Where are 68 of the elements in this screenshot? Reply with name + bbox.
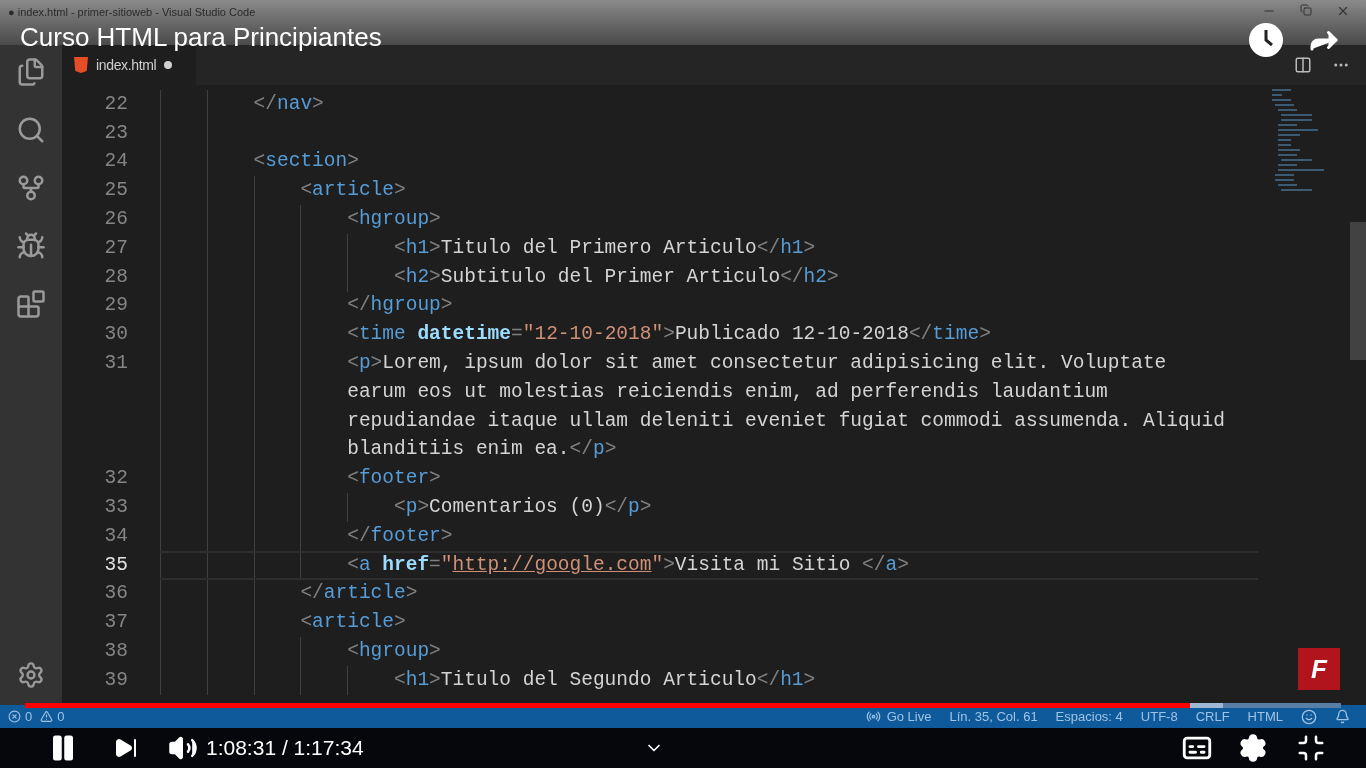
status-item[interactable]: Espacios: 4 bbox=[1055, 706, 1123, 727]
time-display: 1:08:31 / 1:17:34 bbox=[206, 735, 364, 762]
html-file-icon bbox=[74, 57, 88, 73]
code-line: <time datetime="12-10-2018">Publicado 12-10-2018</time> bbox=[347, 322, 991, 348]
line-number: 26 bbox=[104, 207, 128, 230]
split-editor-icon[interactable] bbox=[1294, 56, 1312, 74]
clock-icon[interactable] bbox=[1248, 22, 1284, 58]
line-number: 29 bbox=[104, 294, 128, 317]
code-line: <h1>Titulo del Primero Articulo</h1> bbox=[394, 235, 816, 261]
code-line: blanditiis enim ea.</p> bbox=[347, 437, 617, 463]
files-icon[interactable] bbox=[16, 57, 46, 87]
line-number: 39 bbox=[104, 668, 128, 691]
code-line: <a href="http://google.com">Visita mi Sitio </a> bbox=[347, 552, 909, 578]
code-line: </nav> bbox=[253, 91, 324, 117]
status-item[interactable]: Go Live bbox=[886, 706, 932, 727]
status-item[interactable]: CRLF bbox=[1195, 706, 1230, 727]
bug-icon[interactable] bbox=[16, 231, 46, 261]
restore-icon[interactable] bbox=[1300, 4, 1312, 16]
line-number: 32 bbox=[104, 467, 128, 490]
code-line: <h2>Subtitulo del Primer Articulo</h2> bbox=[394, 264, 839, 290]
line-number: 37 bbox=[104, 611, 128, 634]
code-line: <hgroup> bbox=[347, 638, 441, 664]
line-number: 33 bbox=[104, 495, 128, 518]
warning-icon bbox=[40, 710, 54, 723]
code-line: <hgroup> bbox=[347, 206, 441, 232]
line-number: 22 bbox=[104, 92, 128, 115]
window-title: ● index.html - primer-sitioweb - Visual Studio Code bbox=[8, 5, 256, 20]
code-line: <article> bbox=[300, 610, 406, 636]
next-icon[interactable] bbox=[114, 736, 138, 760]
code-line: </hgroup> bbox=[347, 293, 453, 319]
code-line: </footer> bbox=[347, 523, 453, 549]
status-item[interactable]: HTML bbox=[1247, 706, 1283, 727]
line-number: 25 bbox=[104, 179, 128, 202]
broadcast-icon bbox=[865, 709, 881, 724]
code-line: <section> bbox=[253, 149, 359, 175]
line-number: 34 bbox=[104, 524, 128, 547]
code-line: <h1>Titulo del Segundo Articulo</h1> bbox=[394, 667, 816, 693]
status-item[interactable]: UTF-8 bbox=[1140, 706, 1178, 727]
fork-icon[interactable] bbox=[16, 173, 46, 203]
line-number: 38 bbox=[104, 639, 128, 662]
settings-icon[interactable] bbox=[1238, 733, 1268, 763]
line-number: 28 bbox=[104, 265, 128, 288]
line-number: 36 bbox=[104, 582, 128, 605]
channel-logo[interactable]: F bbox=[1298, 648, 1340, 690]
line-number: 24 bbox=[104, 150, 128, 173]
line-number: 23 bbox=[104, 121, 128, 144]
warning-count[interactable]: 0 bbox=[57, 706, 65, 727]
code-line: <footer> bbox=[347, 466, 441, 492]
blocks-icon[interactable] bbox=[16, 289, 46, 319]
code-line: </article> bbox=[300, 581, 418, 607]
line-number: 30 bbox=[104, 323, 128, 346]
code-line: earum eos ut molestias reiciendis enim, ad perferendis laudantium bbox=[347, 379, 1108, 405]
close-icon[interactable] bbox=[1336, 4, 1350, 18]
exit-fullscreen-icon[interactable] bbox=[1296, 733, 1326, 763]
code-line: <article> bbox=[300, 178, 406, 204]
code-line: <p>Lorem, ipsum dolor sit amet consectetur adipisicing elit. Voluptate bbox=[347, 350, 1167, 376]
line-number: 31 bbox=[104, 351, 128, 374]
error-icon bbox=[8, 710, 21, 723]
error-count[interactable]: 0 bbox=[25, 706, 33, 727]
search-icon[interactable] bbox=[16, 115, 46, 145]
line-number: 35 bbox=[104, 553, 128, 576]
line-number: 27 bbox=[104, 236, 128, 259]
scrollbar-thumb[interactable] bbox=[1350, 222, 1366, 360]
status-item[interactable]: Lín. 35, Col. 61 bbox=[949, 706, 1038, 727]
code-line: repudiandae itaque ullam deleniti eveniet fugiat commodi assumenda. Aliquid bbox=[347, 408, 1225, 434]
smiley-icon[interactable] bbox=[1301, 708, 1317, 725]
bell-icon[interactable] bbox=[1335, 709, 1350, 724]
code-line: <p>Comentarios (0)</p> bbox=[394, 494, 652, 520]
